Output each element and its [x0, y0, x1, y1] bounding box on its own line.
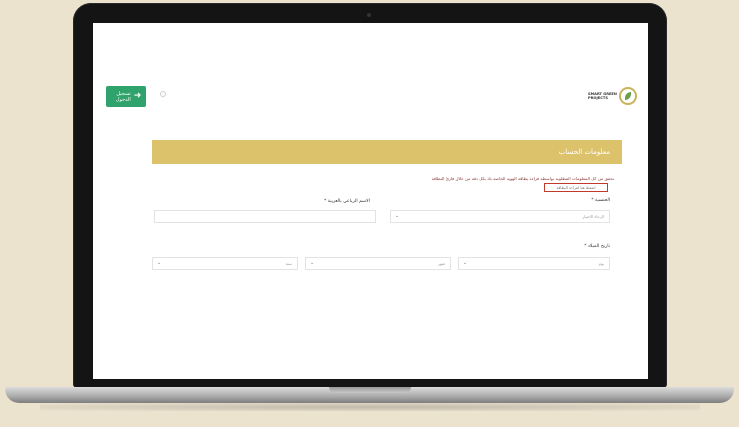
arrow-left-icon: ➜ [133, 91, 142, 101]
name-arabic-field[interactable] [154, 210, 376, 223]
laptop-base [5, 387, 734, 403]
laptop-notch [329, 387, 411, 393]
screen: تسجيل الدخول ➜ SMART GREEN PROJECTS معلو… [93, 23, 648, 379]
birth-day-placeholder: يوم [598, 261, 604, 266]
logo-mark-icon [618, 87, 637, 105]
read-card-link[interactable]: اضغط هنا لقراءة البطاقة [544, 183, 608, 192]
name-arabic-label: الاسم الرباعي بالعربية * [324, 199, 370, 204]
logo: SMART GREEN PROJECTS [588, 83, 640, 109]
logo-line-2: PROJECTS [588, 96, 608, 100]
chevron-down-icon: ⌄ [395, 213, 400, 219]
nationality-select[interactable]: الرجاء الاختيار [390, 210, 610, 223]
birth-year-placeholder: سنة [285, 261, 292, 266]
info-icon[interactable] [160, 91, 166, 97]
chevron-down-icon: ⌄ [310, 260, 315, 266]
instruction-text: تحقق من كل المعلومات المطلوبة بواسطة قرا… [431, 176, 614, 181]
back-button-label: تسجيل الدخول [115, 90, 131, 103]
logo-text: SMART GREEN PROJECTS [588, 92, 617, 100]
birth-year-select[interactable]: سنة [152, 257, 298, 270]
account-info-form: معلومات الحساب تحقق من كل المعلومات المط… [152, 140, 622, 379]
laptop-shadow [40, 403, 700, 411]
camera-icon [367, 13, 371, 17]
birth-month-select[interactable]: شهر [305, 257, 451, 270]
nationality-placeholder: الرجاء الاختيار [582, 214, 604, 219]
birth-date-label: تاريخ الميلاد * [584, 244, 610, 249]
top-bar: تسجيل الدخول ➜ SMART GREEN PROJECTS [93, 23, 648, 113]
birth-day-select[interactable]: يوم [458, 257, 610, 270]
section-header: معلومات الحساب [152, 140, 622, 164]
login-back-button[interactable]: تسجيل الدخول ➜ [106, 86, 146, 107]
chevron-down-icon: ⌄ [463, 260, 468, 266]
laptop-frame: تسجيل الدخول ➜ SMART GREEN PROJECTS معلو… [73, 3, 667, 388]
nationality-label: الجنسية * [591, 198, 610, 203]
chevron-down-icon: ⌄ [157, 260, 162, 266]
birth-month-placeholder: شهر [437, 261, 445, 266]
